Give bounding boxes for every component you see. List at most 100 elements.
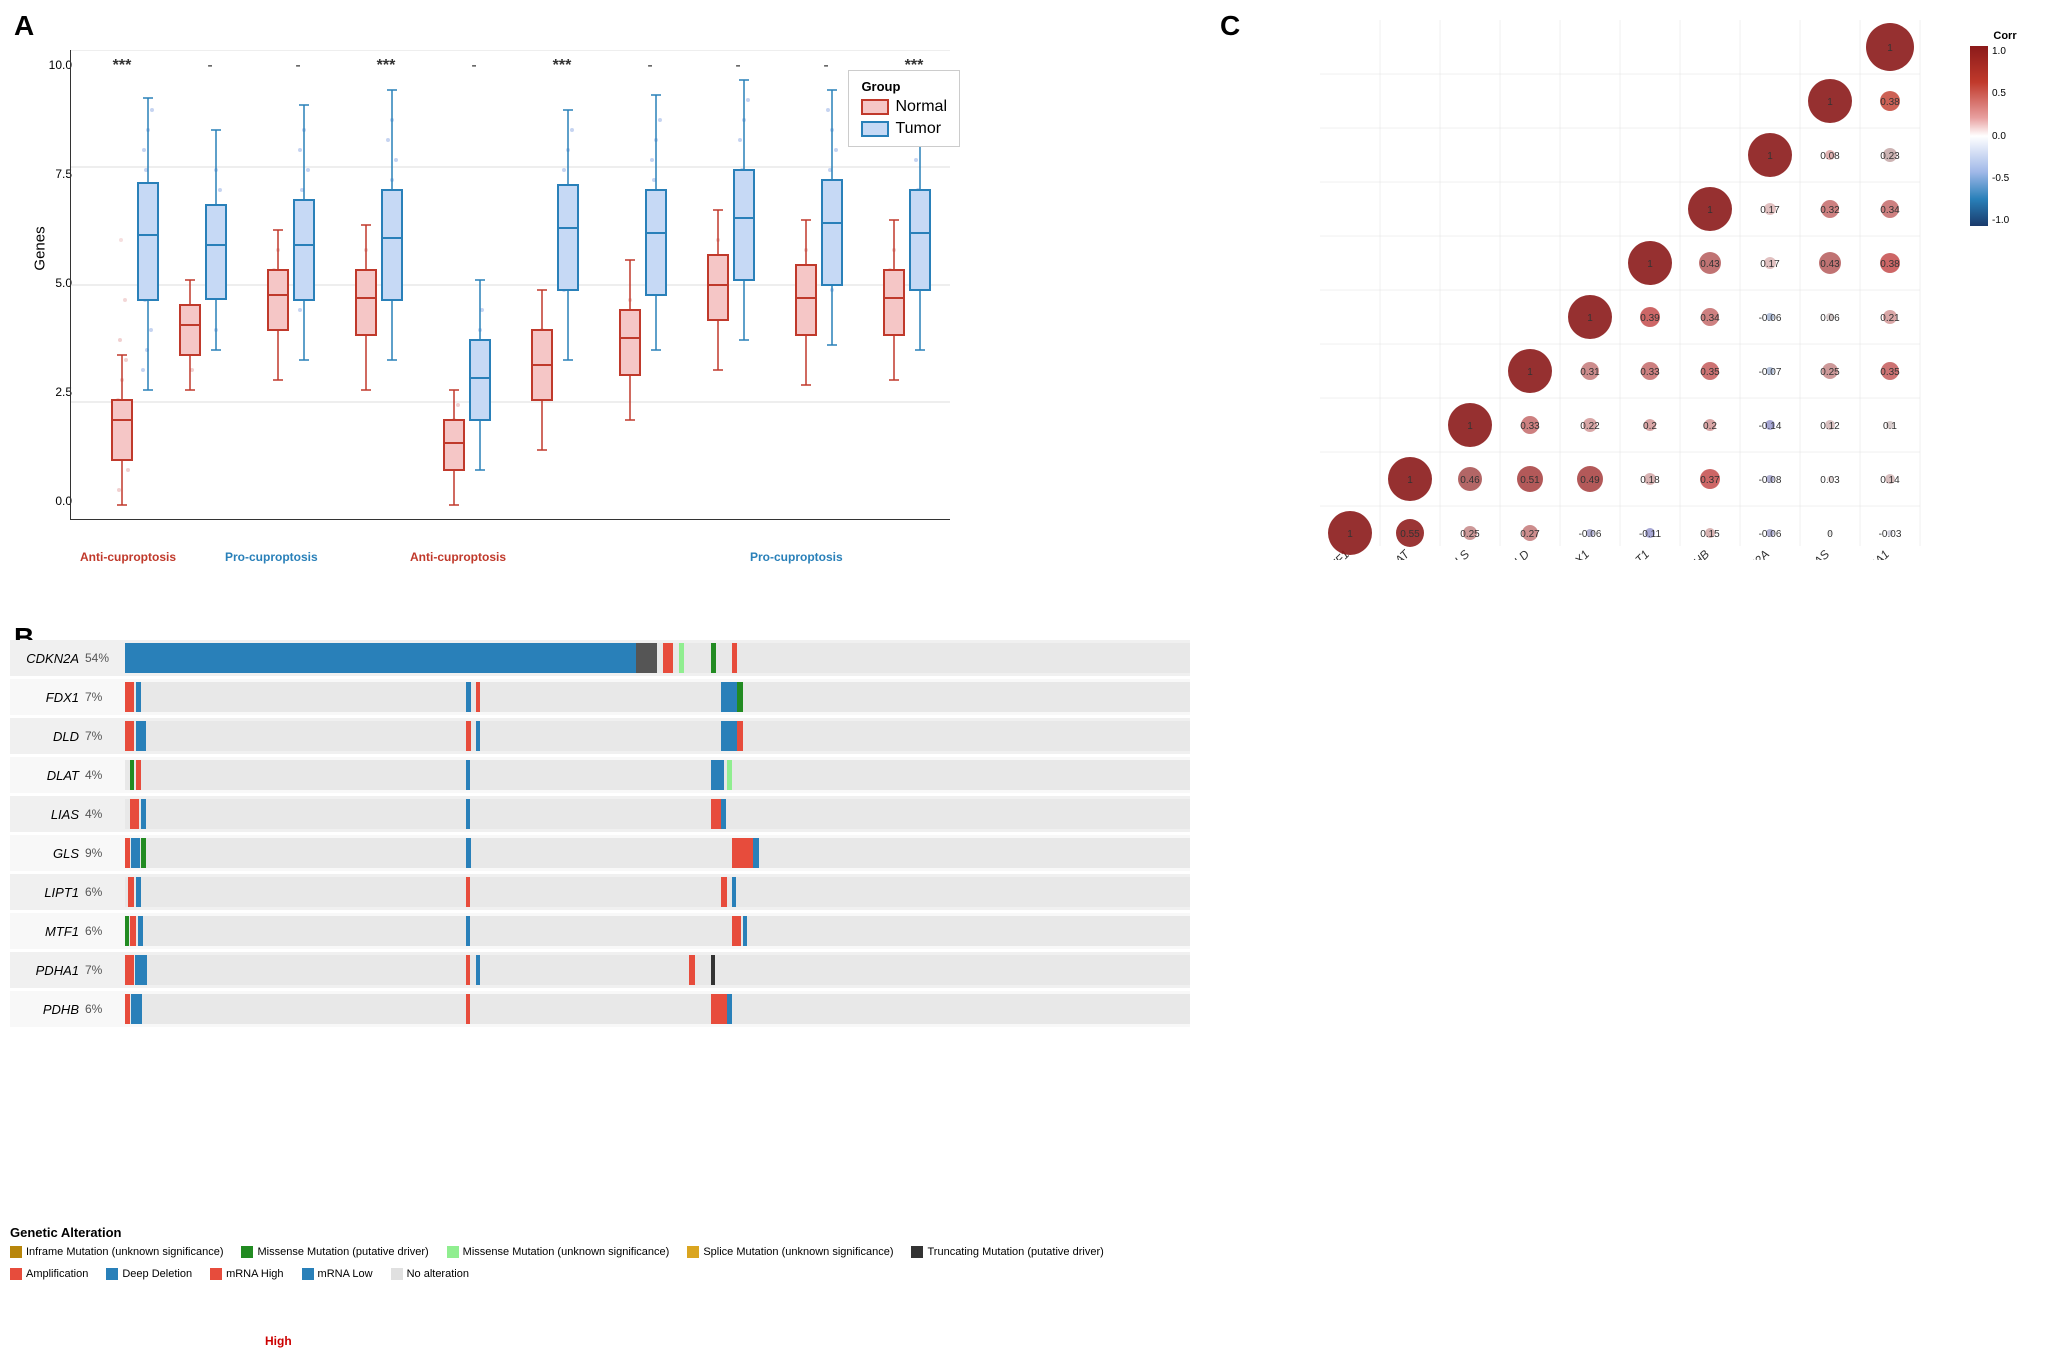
pro-cuproptosis-1: Pro-cuproptosis [225,550,318,564]
svg-text:0.35: 0.35 [1880,367,1900,378]
svg-text:0.17: 0.17 [1760,259,1780,270]
gene-label-lias: LIAS [10,807,85,822]
svg-text:1: 1 [1767,151,1773,162]
amp [130,799,139,829]
track-pdhb [125,994,1190,1024]
track-mtf1 [125,916,1190,946]
pct-cdkn2a: 54% [85,651,125,665]
del2 [476,721,479,751]
miss [737,682,742,712]
missense-driver-color [241,1246,253,1258]
svg-text:***: *** [113,57,132,74]
corr-val-neg05: -0.5 [1992,173,2009,184]
svg-text:0.27: 0.27 [1520,529,1540,540]
pct-dld: 7% [85,729,125,743]
pct-lias: 4% [85,807,125,821]
mutation-row-mtf1: MTF1 6% [10,913,1190,949]
mutation-row-fdx1: FDX1 7% [10,679,1190,715]
gene-label-fdx1: FDX1 [10,690,85,705]
amp2 [466,877,470,907]
pct-pdhb: 6% [85,1002,125,1016]
mutation-tracks: CDKN2A 54% FDX1 7% [10,640,1190,1030]
svg-text:1: 1 [1467,421,1473,432]
svg-text:1: 1 [1887,43,1893,54]
svg-text:FDX1: FDX1 [1561,547,1593,560]
track-lias [125,799,1190,829]
mutation-row-lias: LIAS 4% [10,796,1190,832]
svg-text:GLS: GLS [1445,547,1472,560]
mutation-row-gls: GLS 9% [10,835,1190,871]
legend-mrna-low: mRNA Low [302,1268,373,1280]
svg-text:1: 1 [1347,529,1353,540]
svg-text:-0.08: -0.08 [1759,475,1782,486]
svg-text:0.03: 0.03 [1820,475,1840,486]
legend-no-alteration: No alteration [391,1268,469,1280]
svg-text:0: 0 [1827,529,1833,540]
svg-text:1: 1 [1647,259,1653,270]
amp3 [711,994,727,1024]
svg-text:1: 1 [1407,475,1413,486]
corr-val-neg1: -1.0 [1992,215,2009,226]
missense-unknown-color [447,1246,459,1258]
track-pdha1 [125,955,1190,985]
svg-text:-: - [735,57,740,74]
corr-val-1: 1.0 [1992,46,2009,57]
svg-text:-0.07: -0.07 [1759,367,1782,378]
legend-missense-driver: Missense Mutation (putative driver) [241,1246,428,1258]
svg-text:0.37: 0.37 [1700,475,1720,486]
del [131,994,142,1024]
corr-legend: Corr 1.0 0.5 0.0 -0.5 -1.0 [1970,30,2040,226]
splice-label: Splice Mutation (unknown significance) [703,1246,893,1258]
corr-legend-labels: 1.0 0.5 0.0 -0.5 -1.0 [1992,46,2009,226]
normal-legend-item: Normal [861,98,947,116]
del2 [476,955,479,985]
track-dld [125,721,1190,751]
svg-text:0.33: 0.33 [1520,421,1540,432]
track-fdx1 [125,682,1190,712]
anti-cuproptosis-2: Anti-cuproptosis [410,550,506,564]
svg-text:0.22: 0.22 [1580,421,1600,432]
svg-text:0.2: 0.2 [1703,421,1717,432]
svg-text:0.51: 0.51 [1520,475,1540,486]
amp2 [711,799,722,829]
amp3 [689,955,694,985]
corr-legend-bar-container: 1.0 0.5 0.0 -0.5 -1.0 [1970,46,2040,226]
svg-text:0.43: 0.43 [1820,259,1840,270]
svg-text:-: - [647,57,652,74]
legend-missense-unknown: Missense Mutation (unknown significance) [447,1246,670,1258]
track-cdkn2a [125,643,1190,673]
svg-text:DLAT: DLAT [1381,546,1413,560]
gene-label-pdhb: PDHB [10,1002,85,1017]
svg-text:CDKN2A: CDKN2A [1728,547,1772,560]
amp [128,877,133,907]
corr-legend-gradient [1970,46,1988,226]
del [131,838,140,868]
svg-text:0.21: 0.21 [1880,313,1900,324]
pct-lipt1: 6% [85,885,125,899]
missense-driver-label: Missense Mutation (putative driver) [257,1246,428,1258]
amp2 [732,916,741,946]
no-alt-color [391,1268,403,1280]
panel-c: .corr-text { font-size: 10px; fill: #333… [1220,10,2040,590]
pct-mtf1: 6% [85,924,125,938]
del-color [106,1268,118,1280]
mrna-high-text: High [265,1334,292,1348]
amp2 [466,955,470,985]
del2 [466,799,470,829]
svg-text:-: - [207,57,212,74]
track-lipt1 [125,877,1190,907]
svg-text:PDHA1: PDHA1 [1854,547,1892,560]
tumor-legend-label: Tumor [895,120,941,138]
tumor-legend-color [861,121,889,137]
gene-label-gls: GLS [10,846,85,861]
svg-text:0.35: 0.35 [1700,367,1720,378]
legend-splice: Splice Mutation (unknown significance) [687,1246,893,1258]
svg-text:0.55: 0.55 [1400,529,1420,540]
del3 [743,916,747,946]
del2 [711,760,724,790]
svg-text:0.1: 0.1 [1883,421,1897,432]
svg-text:0.38: 0.38 [1880,97,1900,108]
pct-pdha1: 7% [85,963,125,977]
miss2 [727,760,732,790]
panel-b: CDKN2A 54% FDX1 7% [10,640,1190,1280]
